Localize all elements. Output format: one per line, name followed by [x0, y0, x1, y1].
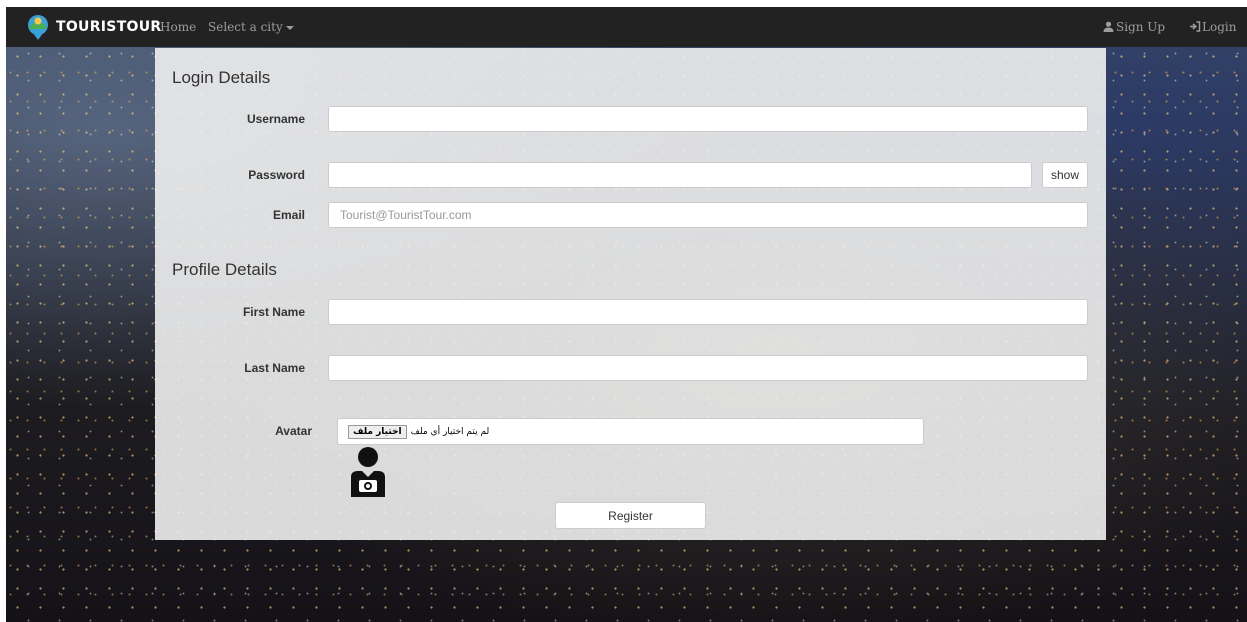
- navbar: TOURISTOUR Home Select a city Sign Up Lo…: [6, 7, 1247, 47]
- nav-select-city-label: Select a city: [208, 20, 283, 34]
- first-name-label: First Name: [242, 305, 305, 319]
- email-input[interactable]: [328, 202, 1088, 228]
- login-details-title: Login Details: [172, 68, 271, 87]
- registration-panel: Login Details Username Password show Ema…: [155, 48, 1106, 540]
- chevron-down-icon: [285, 25, 294, 30]
- profile-details-title: Profile Details: [172, 260, 277, 279]
- avatar-label: Avatar: [275, 424, 312, 438]
- page-frame: TOURISTOUR Home Select a city Sign Up Lo…: [6, 7, 1247, 622]
- first-name-input[interactable]: [328, 299, 1088, 325]
- file-status-text: لم يتم اختيار أي ملف: [410, 426, 490, 437]
- password-label: Password: [248, 168, 305, 182]
- nav-sign-up-label: Sign Up: [1116, 20, 1166, 34]
- password-input[interactable]: [328, 162, 1032, 188]
- register-button[interactable]: Register: [555, 502, 706, 529]
- login-icon: [1190, 21, 1201, 32]
- brand-name: TOURISTOUR: [56, 19, 162, 35]
- username-input[interactable]: [328, 106, 1088, 132]
- user-icon: [1103, 21, 1114, 32]
- nav-login[interactable]: Login: [1189, 7, 1236, 47]
- avatar-file-input[interactable]: اختيار ملف لم يتم اختيار أي ملف: [337, 418, 924, 445]
- choose-file-button[interactable]: اختيار ملف: [348, 424, 407, 439]
- email-label: Email: [272, 208, 305, 222]
- brand[interactable]: TOURISTOUR: [24, 9, 162, 45]
- nav-sign-up[interactable]: Sign Up: [1103, 7, 1165, 47]
- last-name-label: Last Name: [244, 361, 305, 375]
- nav-home[interactable]: Home: [160, 7, 196, 47]
- logo-icon: [24, 13, 52, 41]
- nav-login-label: Login: [1202, 20, 1237, 34]
- user-camera-icon: [351, 447, 385, 497]
- show-password-button[interactable]: show: [1042, 162, 1088, 188]
- nav-select-city[interactable]: Select a city: [208, 7, 294, 47]
- last-name-input[interactable]: [328, 355, 1088, 381]
- username-label: Username: [246, 112, 305, 126]
